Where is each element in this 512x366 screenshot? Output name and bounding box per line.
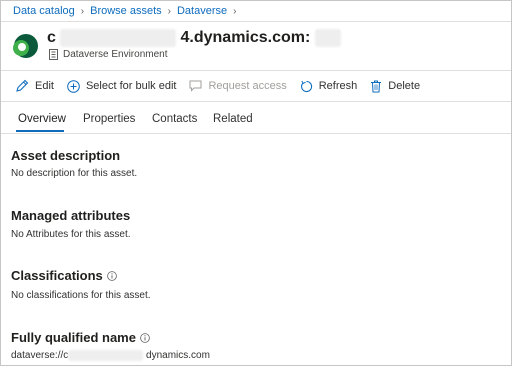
- info-icon[interactable]: [140, 332, 150, 343]
- redacted-text: xxx: [314, 29, 342, 47]
- managed-attributes-heading: Managed attributes: [11, 208, 130, 223]
- asset-title-main: 4.dynamics.com:: [180, 29, 311, 46]
- fqn-prefix: dataverse://c: [11, 350, 69, 361]
- asset-title-prefix: c: [47, 29, 56, 46]
- info-icon[interactable]: [106, 270, 117, 281]
- breadcrumb-data-catalog[interactable]: Data catalog: [13, 5, 75, 17]
- fully-qualified-name-heading: Fully qualified name: [11, 330, 150, 345]
- asset-details-panel: Data catalog › Browse assets › Dataverse…: [0, 0, 512, 366]
- tab-list: Overview Properties Contacts Related: [1, 111, 511, 133]
- breadcrumb-dataverse[interactable]: Dataverse: [177, 5, 227, 17]
- refresh-button[interactable]: Refresh: [300, 80, 358, 93]
- managed-attributes-text: No Attributes for this asset.: [11, 229, 131, 240]
- chevron-right-icon: ›: [167, 5, 171, 17]
- asset-type-label: Dataverse Environment: [63, 49, 168, 60]
- trash-icon: [371, 80, 382, 92]
- request-access-label: Request access: [208, 80, 287, 92]
- asset-type: Dataverse Environment: [49, 49, 168, 60]
- redacted-text: xxxxxxxxxxxxx: [60, 29, 177, 47]
- toolbar-divider-top: [1, 70, 511, 71]
- breadcrumb: Data catalog › Browse assets › Dataverse…: [13, 4, 242, 18]
- delete-label: Delete: [388, 80, 421, 92]
- tab-related[interactable]: Related: [213, 113, 253, 125]
- header-divider: [1, 21, 511, 22]
- redacted-text: xxxxxxxxxxxxxxx: [68, 350, 144, 361]
- tab-contacts[interactable]: Contacts: [152, 113, 197, 125]
- toolbar-divider-bottom: [1, 101, 511, 102]
- edit-label: Edit: [35, 80, 54, 92]
- pencil-icon: [16, 79, 29, 92]
- breadcrumb-browse-assets[interactable]: Browse assets: [90, 5, 162, 17]
- fully-qualified-name-title: Fully qualified name: [11, 330, 136, 345]
- fully-qualified-name-text: dataverse://cxxxxxxxxxxxxxxx dynamics.co…: [11, 350, 210, 361]
- chevron-right-icon: ›: [233, 5, 237, 17]
- active-tab-indicator: [16, 130, 64, 132]
- comment-icon: [189, 80, 202, 92]
- tabs-divider: [1, 133, 511, 134]
- building-icon: [49, 49, 58, 60]
- bulk-edit-label: Select for bulk edit: [85, 80, 177, 92]
- fqn-suffix: dynamics.com: [143, 350, 210, 361]
- bulk-edit-button[interactable]: Select for bulk edit: [67, 79, 177, 93]
- tab-properties[interactable]: Properties: [83, 113, 135, 125]
- classifications-title: Classifications: [11, 268, 103, 283]
- chevron-right-icon: ›: [80, 5, 85, 17]
- refresh-icon: [300, 80, 312, 92]
- add-circle-icon: [67, 79, 80, 93]
- delete-button[interactable]: Delete: [370, 80, 420, 93]
- refresh-label: Refresh: [318, 80, 358, 92]
- classifications-heading: Classifications: [11, 268, 117, 283]
- classifications-text: No classifications for this asset.: [11, 290, 151, 301]
- tab-overview[interactable]: Overview: [18, 113, 66, 125]
- asset-title: c xxxxxxxxxxxxx 4.dynamics.com: xxx: [47, 29, 342, 47]
- managed-attributes-title: Managed attributes: [11, 208, 131, 223]
- request-access-button[interactable]: Request access: [189, 80, 287, 92]
- asset-description-title: Asset description: [11, 148, 121, 163]
- asset-description-text: No description for this asset.: [11, 168, 138, 179]
- dataverse-logo-icon: [13, 34, 38, 58]
- asset-description-heading: Asset description: [11, 148, 120, 163]
- command-bar: Edit Select for bulk edit Request access…: [1, 77, 433, 95]
- edit-button[interactable]: Edit: [15, 79, 54, 93]
